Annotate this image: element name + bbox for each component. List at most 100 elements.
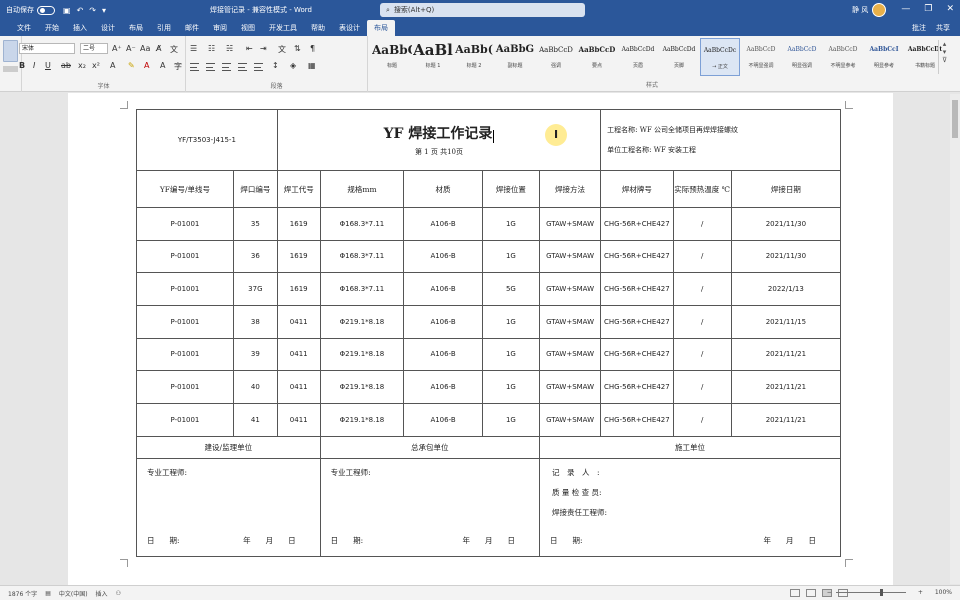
- style-emphasis[interactable]: AaBbCcD 强调: [536, 38, 576, 76]
- cell[interactable]: GTAW+SMAW: [538, 337, 602, 372]
- cell[interactable]: 40: [232, 370, 278, 404]
- cell[interactable]: 0411: [276, 337, 321, 372]
- cell[interactable]: CHG-56R+CHE427: [600, 206, 674, 241]
- vertical-scrollbar[interactable]: [950, 94, 960, 584]
- cell[interactable]: A106-B: [403, 370, 483, 404]
- cell[interactable]: Φ219.1*8.18: [319, 304, 405, 339]
- cell[interactable]: /: [672, 402, 732, 437]
- cell[interactable]: 1G: [481, 370, 540, 404]
- cell[interactable]: GTAW+SMAW: [538, 206, 602, 241]
- cell[interactable]: 2022/1/13: [730, 272, 842, 306]
- maximize-button[interactable]: ❐: [924, 4, 932, 14]
- cell[interactable]: P-01001: [136, 206, 234, 241]
- style-normal[interactable]: AaBbCcDc → 正文: [700, 38, 740, 76]
- tab-review[interactable]: 审阅: [206, 23, 234, 36]
- cell[interactable]: 2021/11/30: [730, 239, 842, 274]
- cell[interactable]: 0411: [276, 304, 321, 339]
- font-size-select[interactable]: 二号: [80, 43, 108, 54]
- style-heading-2[interactable]: AaBb(标题 2: [454, 38, 494, 76]
- cell[interactable]: P-01001: [136, 239, 234, 274]
- increase-indent-icon[interactable]: ⇥: [260, 44, 267, 53]
- col-header[interactable]: 焊口编号: [232, 170, 278, 208]
- share-button[interactable]: 共享: [936, 23, 950, 33]
- project-info-cell[interactable]: 工程名称: WF 公司全储项目再焊焊接螺纹 单位工程名称: WF 安装工程: [600, 108, 841, 172]
- accessibility-icon[interactable]: ⚇: [116, 590, 121, 597]
- style-heading-1[interactable]: AaBl 标题 1: [413, 38, 453, 76]
- signature-owner[interactable]: 专业工程师: 日 期: 年 月 日: [136, 457, 321, 558]
- undo-icon[interactable]: ↶: [77, 6, 84, 15]
- superscript-icon[interactable]: x²: [92, 61, 100, 70]
- focus-mode-icon[interactable]: [790, 589, 800, 597]
- tab-table-layout[interactable]: 布局: [367, 20, 395, 36]
- cell[interactable]: Φ219.1*8.18: [319, 337, 405, 372]
- distribute-icon[interactable]: [254, 63, 263, 71]
- autosave[interactable]: 自动保存: [6, 5, 55, 15]
- style-intense-emphasis[interactable]: AaBbCcD 明显强调: [782, 38, 822, 76]
- footer-section-construction[interactable]: 施工单位: [538, 435, 842, 459]
- chinese-layout-icon[interactable]: 文: [278, 44, 286, 55]
- underline-icon[interactable]: U: [45, 61, 51, 70]
- style-subtitle[interactable]: AaBbG 副标题: [495, 38, 535, 76]
- multilevel-list-icon[interactable]: ☵: [226, 44, 233, 53]
- read-mode-icon[interactable]: [806, 589, 816, 597]
- style-footer[interactable]: AaBbCcDd 页脚: [659, 38, 699, 76]
- cell[interactable]: 39: [232, 337, 278, 372]
- sort-icon[interactable]: ⇅: [294, 44, 301, 53]
- cell[interactable]: /: [672, 304, 732, 339]
- cell[interactable]: GTAW+SMAW: [538, 370, 602, 404]
- col-header[interactable]: 焊接日期: [730, 170, 842, 208]
- cell[interactable]: 2021/11/21: [730, 370, 842, 404]
- cell[interactable]: 0411: [276, 402, 321, 437]
- clear-format-icon[interactable]: A̸: [156, 44, 161, 53]
- tab-table-design[interactable]: 表设计: [332, 23, 367, 36]
- cell[interactable]: 2021/11/21: [730, 337, 842, 372]
- cell[interactable]: 1619: [276, 239, 321, 274]
- tab-layout[interactable]: 布局: [122, 23, 150, 36]
- cell[interactable]: Φ168.3*7.11: [319, 206, 405, 241]
- cell[interactable]: P-01001: [136, 272, 234, 306]
- col-header[interactable]: 焊接位置: [481, 170, 540, 208]
- scroll-thumb[interactable]: [952, 100, 958, 138]
- borders-icon[interactable]: ▦: [308, 61, 316, 70]
- col-header[interactable]: 材质: [403, 170, 483, 208]
- language[interactable]: 中文(中国): [59, 589, 88, 598]
- dropdown-icon[interactable]: ▾: [102, 6, 106, 15]
- cell[interactable]: 2021/11/15: [730, 304, 842, 339]
- grow-font-icon[interactable]: A⁺: [112, 44, 122, 53]
- style-title[interactable]: AaBbC 标题: [372, 38, 412, 76]
- subscript-icon[interactable]: x₂: [78, 61, 86, 70]
- col-header[interactable]: 实际预热温度 ℃: [672, 170, 732, 208]
- autosave-toggle[interactable]: [37, 5, 55, 15]
- align-right-icon[interactable]: [222, 63, 231, 71]
- cell[interactable]: /: [672, 239, 732, 274]
- cell[interactable]: /: [672, 272, 732, 306]
- style-subtle-reference[interactable]: AaBbCcD 不明显参考: [823, 38, 863, 76]
- cell[interactable]: /: [672, 206, 732, 241]
- signature-construction[interactable]: 记 录 人 : 质 量 检 查 员: 焊接责任工程师: 日 期: 年 月 日: [538, 457, 842, 558]
- font-color-icon[interactable]: A: [144, 61, 149, 70]
- col-header[interactable]: 焊工代号: [276, 170, 321, 208]
- insert-mode[interactable]: 插入: [96, 589, 108, 598]
- user-name[interactable]: 静 风: [852, 5, 868, 15]
- bold-icon[interactable]: B: [19, 61, 25, 70]
- col-header[interactable]: 焊材牌号: [600, 170, 674, 208]
- save-icon[interactable]: ▣: [63, 6, 71, 15]
- cell[interactable]: GTAW+SMAW: [538, 304, 602, 339]
- proofing-icon[interactable]: ▤: [45, 590, 51, 597]
- cell[interactable]: CHG-56R+CHE427: [600, 370, 674, 404]
- cell[interactable]: 0411: [276, 370, 321, 404]
- cell[interactable]: Φ219.1*8.18: [319, 370, 405, 404]
- tab-developer[interactable]: 开发工具: [262, 23, 304, 36]
- cell[interactable]: 35: [232, 206, 278, 241]
- italic-icon[interactable]: I: [33, 61, 35, 70]
- style-subtle-emphasis[interactable]: AaBbCcD 不明显强调: [741, 38, 781, 76]
- tab-help[interactable]: 帮助: [304, 23, 332, 36]
- tab-file[interactable]: 文件: [10, 23, 38, 36]
- shrink-font-icon[interactable]: A⁻: [126, 44, 136, 53]
- cell[interactable]: 1619: [276, 272, 321, 306]
- tab-design[interactable]: 设计: [94, 23, 122, 36]
- cell[interactable]: P-01001: [136, 304, 234, 339]
- cell[interactable]: 36: [232, 239, 278, 274]
- redo-icon[interactable]: ↷: [89, 6, 96, 15]
- text-effects-icon[interactable]: A: [110, 61, 115, 70]
